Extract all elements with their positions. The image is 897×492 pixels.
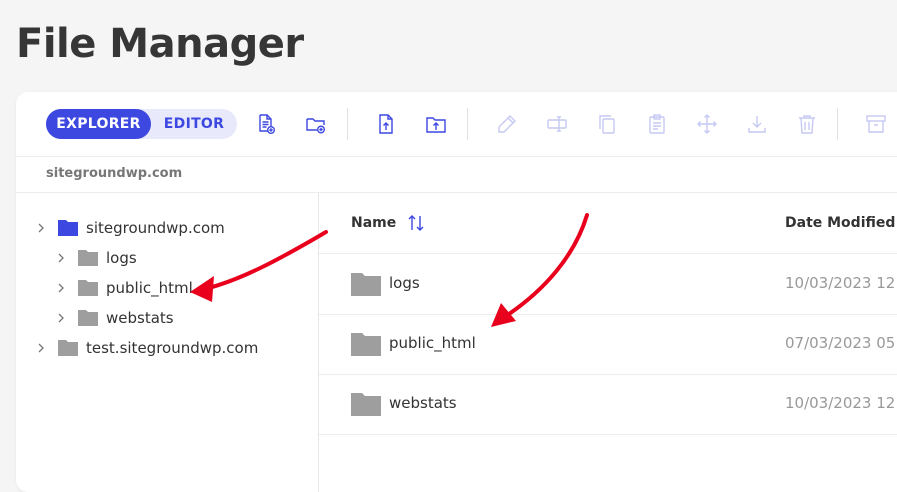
- toolbar-separator: [347, 108, 348, 140]
- folder-icon: [58, 340, 78, 356]
- folder-icon: [351, 273, 381, 296]
- file-row-logs[interactable]: logs 10/03/2023 12:: [319, 254, 897, 315]
- sort-icon[interactable]: [407, 213, 425, 233]
- chevron-right-icon[interactable]: [56, 283, 66, 293]
- column-header-name[interactable]: Name: [351, 215, 396, 231]
- file-date: 10/03/2023 12:: [785, 274, 897, 292]
- mode-switch: EXPLORER EDITOR: [46, 109, 237, 139]
- explorer-tab[interactable]: EXPLORER: [46, 109, 151, 139]
- tree-item-sitegroundwp[interactable]: sitegroundwp.com: [36, 216, 225, 240]
- chevron-right-icon[interactable]: [56, 313, 66, 323]
- folder-icon: [78, 310, 98, 326]
- copy-icon[interactable]: [595, 112, 619, 136]
- new-folder-icon[interactable]: [304, 112, 328, 136]
- toolbar-separator: [467, 108, 468, 140]
- paste-icon[interactable]: [645, 112, 669, 136]
- rename-field-icon[interactable]: [545, 112, 569, 136]
- chevron-right-icon[interactable]: [36, 223, 46, 233]
- chevron-right-icon[interactable]: [36, 343, 46, 353]
- upload-file-icon[interactable]: [374, 112, 398, 136]
- file-row-public-html[interactable]: public_html 07/03/2023 05:: [319, 314, 897, 375]
- folder-icon: [58, 220, 78, 236]
- file-manager-panel: EXPLORER EDITOR sitegroundwp.com sitegro…: [16, 92, 897, 492]
- tree-item-label: webstats: [106, 309, 174, 327]
- page-title: File Manager: [16, 21, 304, 67]
- folder-tree: sitegroundwp.com logs public_html websta…: [16, 193, 319, 492]
- tree-item-logs[interactable]: logs: [56, 246, 137, 270]
- tree-item-public-html[interactable]: public_html: [56, 276, 193, 300]
- tree-item-test-sitegroundwp[interactable]: test.sitegroundwp.com: [36, 336, 258, 360]
- toolbar: EXPLORER EDITOR: [16, 92, 897, 157]
- file-name: public_html: [389, 334, 476, 352]
- file-date: 07/03/2023 05:: [785, 334, 897, 352]
- folder-icon: [351, 333, 381, 356]
- column-header-date[interactable]: Date Modified: [785, 215, 895, 231]
- tree-item-label: logs: [106, 249, 137, 267]
- delete-icon[interactable]: [795, 112, 819, 136]
- move-icon[interactable]: [695, 112, 719, 136]
- file-name: webstats: [389, 394, 457, 412]
- new-file-icon[interactable]: [254, 112, 278, 136]
- chevron-right-icon[interactable]: [56, 253, 66, 263]
- folder-icon: [78, 280, 98, 296]
- file-name: logs: [389, 274, 420, 292]
- tree-item-label: sitegroundwp.com: [86, 219, 225, 237]
- upload-folder-icon[interactable]: [424, 112, 448, 136]
- tree-item-label: public_html: [106, 279, 193, 297]
- toolbar-separator: [837, 108, 838, 140]
- tree-item-label: test.sitegroundwp.com: [86, 339, 259, 357]
- breadcrumb[interactable]: sitegroundwp.com: [46, 166, 182, 181]
- editor-tab[interactable]: EDITOR: [151, 109, 237, 139]
- file-date: 10/03/2023 12:: [785, 394, 897, 412]
- file-list-header: Name Date Modified: [319, 193, 897, 254]
- rename-icon[interactable]: [495, 112, 519, 136]
- folder-icon: [78, 250, 98, 266]
- file-row-webstats[interactable]: webstats 10/03/2023 12:: [319, 374, 897, 435]
- folder-icon: [351, 393, 381, 416]
- archive-icon[interactable]: [864, 112, 888, 136]
- tree-item-webstats[interactable]: webstats: [56, 306, 174, 330]
- download-icon[interactable]: [745, 112, 769, 136]
